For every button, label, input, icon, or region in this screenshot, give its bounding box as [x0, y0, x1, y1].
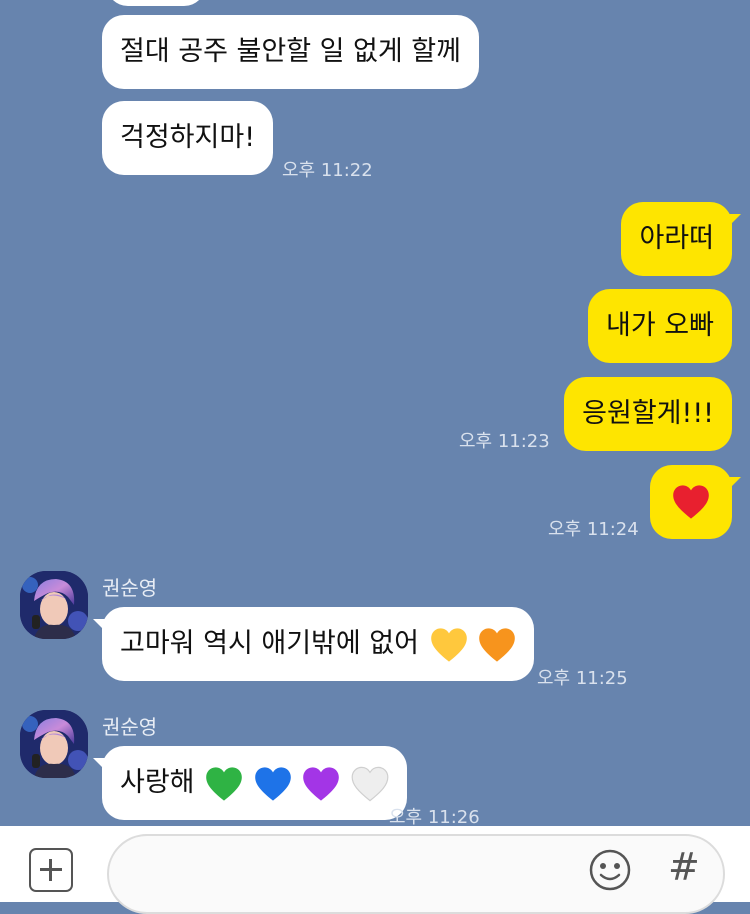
message-text: 아라떠	[639, 223, 714, 254]
profile-photo	[20, 710, 88, 778]
chat-area[interactable]: 절대 공주 불안할 일 없게 할께 걱정하지마! 오후 11:22 아라떠 내가…	[0, 0, 750, 826]
message-text: 내가 오빠	[606, 310, 714, 341]
sender-name: 권순영	[102, 576, 158, 600]
message-bubble-outgoing[interactable]	[650, 465, 741, 539]
avatar[interactable]	[20, 571, 88, 639]
message-timestamp: 오후 11:22	[282, 160, 373, 181]
message-bubble-partial[interactable]	[106, 0, 206, 6]
green-heart-icon	[205, 766, 243, 802]
profile-photo	[20, 571, 88, 639]
blue-heart-icon	[254, 766, 292, 802]
red-heart-icon	[672, 484, 710, 520]
message-text: 걱정하지마!	[120, 122, 256, 153]
plus-icon[interactable]	[29, 848, 73, 892]
orange-heart-icon	[478, 627, 516, 663]
yellow-heart-icon	[430, 627, 468, 663]
message-text: 절대 공주 불안할 일 없게 할께	[120, 36, 461, 67]
message-text: 사랑해	[120, 767, 195, 798]
message-timestamp: 오후 11:26	[389, 807, 480, 826]
message-timestamp: 오후 11:24	[548, 519, 639, 540]
message-bubble[interactable]: 걱정하지마!	[102, 101, 274, 175]
message-timestamp: 오후 11:23	[459, 431, 550, 452]
emoji-icon[interactable]	[588, 848, 632, 892]
message-bubble[interactable]: 절대 공주 불안할 일 없게 할께	[102, 15, 479, 89]
purple-heart-icon	[302, 766, 340, 802]
message-text: 고마워 역시 애기밖에 없어	[120, 628, 419, 659]
message-bubble-outgoing[interactable]: 내가 오빠	[588, 289, 732, 363]
avatar[interactable]	[20, 710, 88, 778]
message-input[interactable]	[107, 834, 725, 914]
message-text: 응원할게!!!	[582, 398, 714, 429]
sender-name: 권순영	[102, 715, 158, 739]
message-bubble-outgoing[interactable]: 응원할게!!!	[564, 377, 732, 451]
white-heart-icon	[351, 766, 389, 802]
message-bubble[interactable]: 사랑해	[93, 746, 407, 820]
message-input-bar: #	[0, 826, 750, 914]
message-timestamp: 오후 11:25	[537, 668, 628, 689]
message-bubble[interactable]: 고마워 역시 애기밖에 없어	[92, 607, 535, 681]
message-bubble-outgoing[interactable]: 아라떠	[621, 202, 741, 276]
hashtag-button[interactable]: #	[668, 842, 700, 892]
